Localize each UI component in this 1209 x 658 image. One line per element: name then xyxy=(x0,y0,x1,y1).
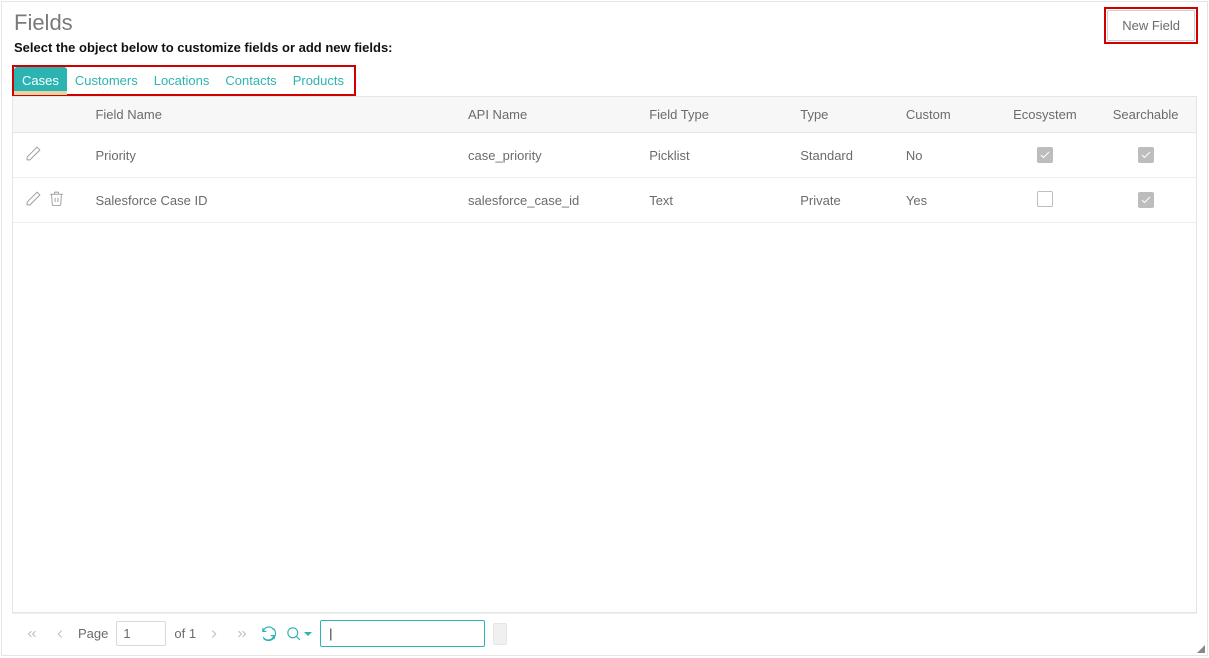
cell-type: Standard xyxy=(788,133,894,178)
prev-page-icon[interactable] xyxy=(50,624,70,644)
col-ecosystem[interactable]: Ecosystem xyxy=(995,97,1096,133)
page-subtitle: Select the object below to customize fie… xyxy=(14,40,393,55)
last-page-icon[interactable] xyxy=(232,624,252,644)
col-type[interactable]: Type xyxy=(788,97,894,133)
resize-handle-icon[interactable] xyxy=(1197,645,1205,653)
cell-custom: Yes xyxy=(894,178,995,223)
tabs-highlight: CasesCustomersLocationsContactsProducts xyxy=(12,65,356,96)
header-row: Field Name API Name Field Type Type Cust… xyxy=(13,97,1196,133)
cell-type: Private xyxy=(788,178,894,223)
cell-field-type: Text xyxy=(637,178,788,223)
refresh-icon[interactable] xyxy=(260,625,277,642)
delete-icon[interactable] xyxy=(48,190,65,207)
col-api-name[interactable]: API Name xyxy=(456,97,637,133)
col-field-name[interactable]: Field Name xyxy=(83,97,456,133)
fields-grid: Field Name API Name Field Type Type Cust… xyxy=(12,96,1197,613)
tab-locations[interactable]: Locations xyxy=(146,67,218,94)
col-searchable[interactable]: Searchable xyxy=(1095,97,1196,133)
cell-searchable xyxy=(1095,133,1196,178)
edit-icon[interactable] xyxy=(25,145,42,162)
page-title: Fields xyxy=(14,10,393,36)
edit-icon[interactable] xyxy=(25,190,42,207)
chevron-down-icon xyxy=(304,632,312,636)
col-custom[interactable]: Custom xyxy=(894,97,995,133)
cell-api-name: salesforce_case_id xyxy=(456,178,637,223)
cell-api-name: case_priority xyxy=(456,133,637,178)
pagination-bar: Page of 1 xyxy=(12,613,1197,653)
searchable-checkbox[interactable] xyxy=(1138,147,1154,163)
searchable-checkbox[interactable] xyxy=(1138,192,1154,208)
search-go-button[interactable] xyxy=(493,623,507,645)
cell-searchable xyxy=(1095,178,1196,223)
page-total-label: of 1 xyxy=(174,626,196,641)
cell-field-type: Picklist xyxy=(637,133,788,178)
page-number-input[interactable] xyxy=(116,621,166,646)
search-input[interactable] xyxy=(320,620,485,647)
new-field-highlight: New Field xyxy=(1106,9,1196,42)
first-page-icon[interactable] xyxy=(22,624,42,644)
ecosystem-checkbox[interactable] xyxy=(1037,147,1053,163)
page-label: Page xyxy=(78,626,108,641)
table-row: Prioritycase_priorityPicklistStandardNo xyxy=(13,133,1196,178)
tab-products[interactable]: Products xyxy=(285,67,352,94)
tab-cases[interactable]: Cases xyxy=(14,67,67,95)
search-dropdown-icon[interactable] xyxy=(285,625,312,642)
cell-field-name: Priority xyxy=(83,133,456,178)
new-field-button[interactable]: New Field xyxy=(1107,10,1195,41)
cell-field-name: Salesforce Case ID xyxy=(83,178,456,223)
cell-ecosystem xyxy=(995,133,1096,178)
ecosystem-checkbox[interactable] xyxy=(1037,191,1053,207)
tab-customers[interactable]: Customers xyxy=(67,67,146,94)
tab-contacts[interactable]: Contacts xyxy=(217,67,284,94)
cell-ecosystem xyxy=(995,178,1096,223)
cell-custom: No xyxy=(894,133,995,178)
table-row: Salesforce Case IDsalesforce_case_idText… xyxy=(13,178,1196,223)
col-field-type[interactable]: Field Type xyxy=(637,97,788,133)
next-page-icon[interactable] xyxy=(204,624,224,644)
